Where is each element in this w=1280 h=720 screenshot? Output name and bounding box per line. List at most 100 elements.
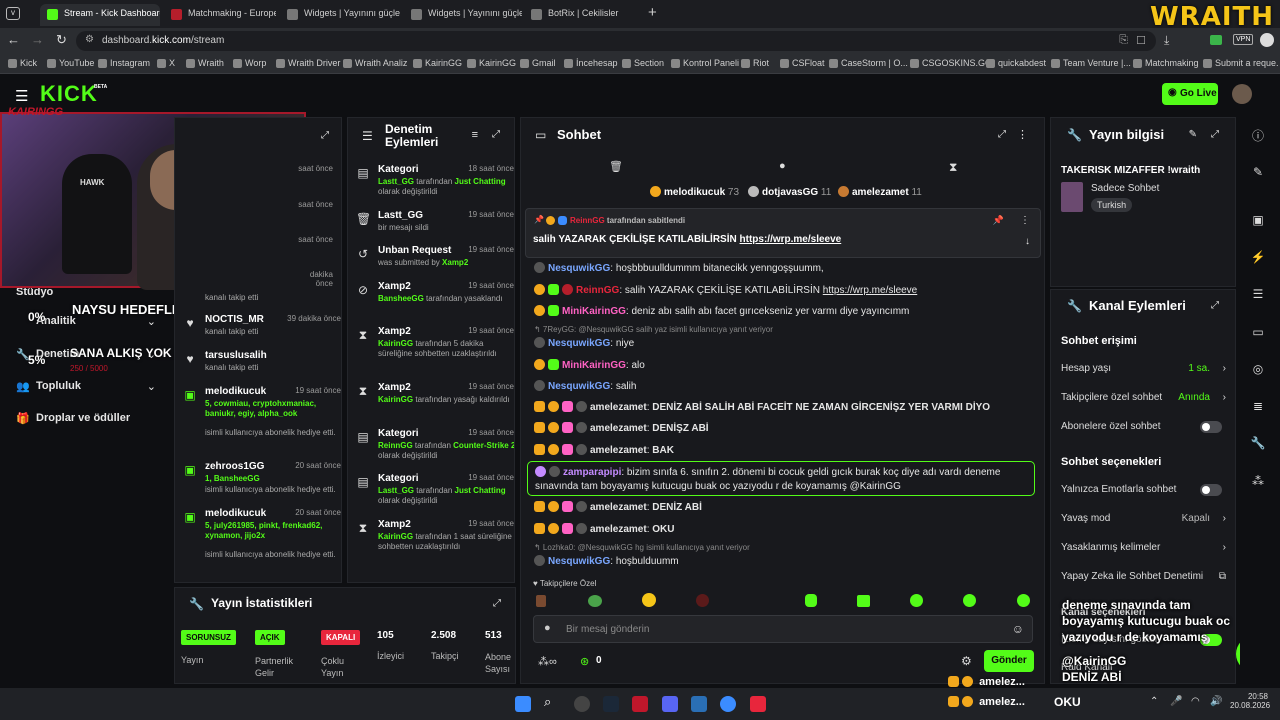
chat-message[interactable]: amelezamet: DENİZ ABİ <box>534 501 702 513</box>
edit-pencil-icon[interactable]: ✎ <box>1189 129 1197 140</box>
chat-message[interactable]: NesquwikGG: hoşbbbuulldummm bitanecikk y… <box>534 262 824 274</box>
chat-dots-icon[interactable]: ● <box>779 160 786 172</box>
bookmark-kairingg-2[interactable]: KairinGG <box>467 58 516 68</box>
emote-icon[interactable] <box>910 594 923 607</box>
chat-message[interactable]: NesquwikGG: salih <box>534 380 636 392</box>
bookmark-kontrol-paneli[interactable]: Kontrol Paneli <box>671 58 739 68</box>
site-info-icon[interactable]: ⚙ <box>85 34 94 45</box>
extension-icon[interactable] <box>1210 35 1222 45</box>
bookmark-instagram[interactable]: Instagram <box>98 58 150 68</box>
chat-message[interactable]: amelezamet: DENİZ ABİ SALİH ABİ FACEİT N… <box>534 401 990 413</box>
battlenet-icon[interactable] <box>720 696 736 712</box>
chat-message[interactable]: MiniKairinGG: deniz abı salih abı facet … <box>534 305 909 317</box>
bookmark-team-venture[interactable]: Team Venture |... <box>1051 58 1131 68</box>
chat-message[interactable]: NesquwikGG: niye <box>534 337 634 349</box>
filter-icon[interactable]: ≡ <box>472 129 478 141</box>
chevron-up-icon[interactable]: ⌃ <box>1150 696 1158 707</box>
chat-message[interactable]: amelezamet: OKU <box>534 523 675 535</box>
lightning-icon[interactable]: ⚡ <box>1250 250 1266 266</box>
go-live-button[interactable]: ◉ Go Live <box>1162 83 1218 105</box>
vivaldi-icon[interactable] <box>632 696 648 712</box>
more-options-icon[interactable]: ⋮ <box>1020 215 1030 226</box>
points-icon[interactable]: ⁂∞ <box>538 655 557 668</box>
chat-settings-icon[interactable]: ● <box>544 622 551 634</box>
info-icon[interactable]: ⓘ <box>1250 127 1266 143</box>
clock[interactable]: 20:58 20.08.2026 <box>1230 692 1270 710</box>
slow-mode-row[interactable]: Yavaş mod Kapalı › <box>1061 513 1226 524</box>
drops-icon[interactable]: ⁂ <box>1250 474 1266 490</box>
bookmark-wraith-analiz[interactable]: Wraith Analiz <box>343 58 407 68</box>
reload-icon[interactable]: ↻ <box>56 32 67 48</box>
bookmark-riot[interactable]: Riot <box>741 58 769 68</box>
profile-avatar[interactable] <box>1260 33 1274 47</box>
bookmark-csfloat[interactable]: CSFloat <box>780 58 825 68</box>
discord-icon[interactable] <box>662 696 678 712</box>
popout-icon[interactable]: ⤢ <box>492 129 500 140</box>
tab-kick-dashboard[interactable]: Stream - Kick Dashboard <box>40 4 160 26</box>
nav-droplar[interactable]: 🎁 Droplar ve ödüller <box>16 412 130 425</box>
popout-icon[interactable]: ⤢ <box>321 130 329 141</box>
kick-logo[interactable]: KICK <box>40 81 98 107</box>
ai-moderation-row[interactable]: Yapay Zeka ile Sohbet Denetimi ⧉ <box>1061 571 1226 582</box>
bookmark-matchmaking[interactable]: Matchmaking <box>1133 58 1199 68</box>
emote-icon[interactable] <box>805 594 817 607</box>
brave-icon[interactable] <box>750 696 766 712</box>
video-icon[interactable]: ▣ <box>1250 213 1266 229</box>
hamburger-menu-icon[interactable]: ☰ <box>15 87 28 105</box>
tab-widgets-1[interactable]: Widgets | Yayınını güçlendi <box>280 4 400 26</box>
list-icon[interactable]: ☰ <box>1250 287 1266 303</box>
chat-bubble-icon[interactable]: ▭ <box>1250 325 1266 341</box>
bookmark-section[interactable]: Section <box>622 58 664 68</box>
account-age-row[interactable]: Hesap yaşı 1 sa. › <box>1061 363 1226 374</box>
activity-icon[interactable]: ≣ <box>1250 399 1266 415</box>
vpn-button[interactable]: VPN <box>1233 34 1254 45</box>
bookmark-x[interactable]: X <box>157 58 175 68</box>
chrome-icon[interactable] <box>574 696 590 712</box>
wrench-icon[interactable]: 🔧 <box>1250 436 1266 452</box>
bookmark-gmail[interactable]: Gmail <box>520 58 556 68</box>
bookmark-csgoskins[interactable]: CSGOSKINS.GG <box>910 58 992 68</box>
settings-gear-icon[interactable]: ⚙ <box>961 654 972 668</box>
popout-icon[interactable]: ⤢ <box>998 129 1006 140</box>
hourglass-icon[interactable]: ⧗ <box>949 160 957 175</box>
user-avatar[interactable] <box>1232 84 1252 104</box>
share-icon[interactable]: ⎘ <box>1119 34 1128 47</box>
broadcast-icon[interactable]: ◎ <box>1250 362 1266 378</box>
bookmark-kick[interactable]: Kick <box>8 58 37 68</box>
emote-only-toggle[interactable] <box>1200 484 1222 496</box>
new-tab-button[interactable]: + <box>648 4 657 21</box>
nav-topluluk[interactable]: 👥 Topluluk ⌄ <box>16 380 156 393</box>
chat-input[interactable]: ● Bir mesaj gönderin ☺ <box>533 615 1033 643</box>
popout-icon[interactable]: ⤢ <box>1211 129 1219 140</box>
bookmark-incehesap[interactable]: İncehesap <box>564 58 618 68</box>
bookmark-kairingg[interactable]: KairinGG <box>413 58 462 68</box>
emote-icon[interactable] <box>536 595 546 607</box>
followers-only-row[interactable]: Takipçilere özel sohbet Anında › <box>1061 392 1226 403</box>
bookmark-icon[interactable]: ☐ <box>1136 34 1146 47</box>
chat-message[interactable]: amelezamet: DENİŞZ ABİ <box>534 422 709 434</box>
bookmark-worp[interactable]: Worp <box>233 58 266 68</box>
chat-message[interactable]: ReinnGG: salih YAZARAK ÇEKİLİŞE KATILABİ… <box>534 284 917 296</box>
file-explorer-icon[interactable] <box>691 696 707 712</box>
tab-widgets-2[interactable]: Widgets | Yayınını güçlendi <box>404 4 522 26</box>
chat-message[interactable]: MiniKairinGG: alo <box>534 359 645 371</box>
emote-icon[interactable] <box>857 595 870 607</box>
back-arrow-icon[interactable]: ← <box>7 32 20 47</box>
popout-icon[interactable]: ⤢ <box>1211 300 1219 311</box>
unpin-icon[interactable]: 📌 <box>993 215 1004 226</box>
banned-words-row[interactable]: Yasaklanmış kelimeler › <box>1061 542 1226 553</box>
emoji-icon[interactable]: ☺ <box>1012 622 1024 636</box>
send-button[interactable]: Gönder <box>984 650 1034 672</box>
bookmark-youtube[interactable]: YouTube <box>47 58 94 68</box>
popout-icon[interactable]: ⤢ <box>493 598 501 609</box>
download-icon[interactable]: ⤓ <box>1164 33 1169 48</box>
bookmark-submit-request[interactable]: Submit a reque... <box>1203 58 1279 68</box>
volume-icon[interactable]: 🔊 <box>1210 696 1222 707</box>
steam-icon[interactable] <box>603 696 619 712</box>
windows-start-icon[interactable] <box>515 696 531 712</box>
bookmark-wraith-driver[interactable]: Wraith Driver <box>276 58 340 68</box>
subs-only-toggle[interactable] <box>1200 421 1222 433</box>
url-field[interactable]: ⚙ dashboard.kick.com/stream ⎘ ☐ <box>76 31 1156 51</box>
emote-icon[interactable] <box>588 595 602 607</box>
bookmark-casestorm[interactable]: CaseStorm | O... <box>829 58 908 68</box>
